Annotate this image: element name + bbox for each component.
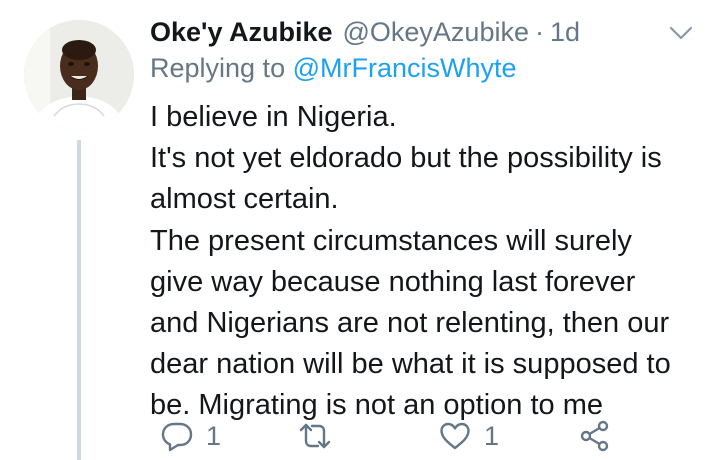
tweet-text-line: and Nigerians are not relenting, then ou… [150, 307, 670, 340]
replying-to-prefix: Replying to [150, 53, 286, 83]
tweet-text-line: I believe in Nigeria. [150, 101, 397, 133]
tweet-text-line: dear nation will be what it is supposed … [150, 348, 671, 381]
timestamp[interactable]: 1d [550, 17, 580, 48]
tweet-text: I believe in Nigeria. It's not yet eldor… [150, 97, 705, 427]
like-button[interactable]: 1 [438, 416, 499, 456]
tweet-text-line: The present circumstances will surely [150, 224, 632, 257]
header-separator: · [534, 16, 544, 47]
tweet-actions: 1 1 [150, 416, 620, 456]
reply-button[interactable]: 1 [160, 416, 221, 456]
reply-count: 1 [206, 420, 222, 451]
share-button[interactable] [578, 416, 612, 456]
thread-line [77, 140, 81, 460]
like-count: 1 [484, 420, 500, 451]
tweet-header: Oke'y Azubike @OkeyAzubike · 1d [150, 12, 670, 52]
retweet-icon [299, 423, 331, 449]
chevron-down-icon [669, 26, 693, 40]
replying-to: Replying to @MrFrancisWhyte [150, 53, 517, 84]
avatar-photo [24, 20, 134, 130]
avatar[interactable] [24, 20, 134, 130]
tweet-text-line: give way because nothing last forever [150, 265, 636, 298]
replying-to-mention[interactable]: @MrFrancisWhyte [293, 53, 517, 83]
share-icon [580, 420, 609, 452]
author-handle[interactable]: @OkeyAzubike [343, 17, 529, 48]
tweet-menu-button[interactable] [666, 18, 696, 48]
heart-icon [440, 422, 470, 450]
speech-bubble-icon [161, 422, 193, 452]
tweet-text-line: It's not yet eldorado but the possibilit… [150, 142, 662, 175]
tweet-text-line: almost certain. [150, 183, 339, 216]
retweet-button[interactable] [298, 416, 344, 456]
author-name[interactable]: Oke'y Azubike [150, 17, 333, 48]
